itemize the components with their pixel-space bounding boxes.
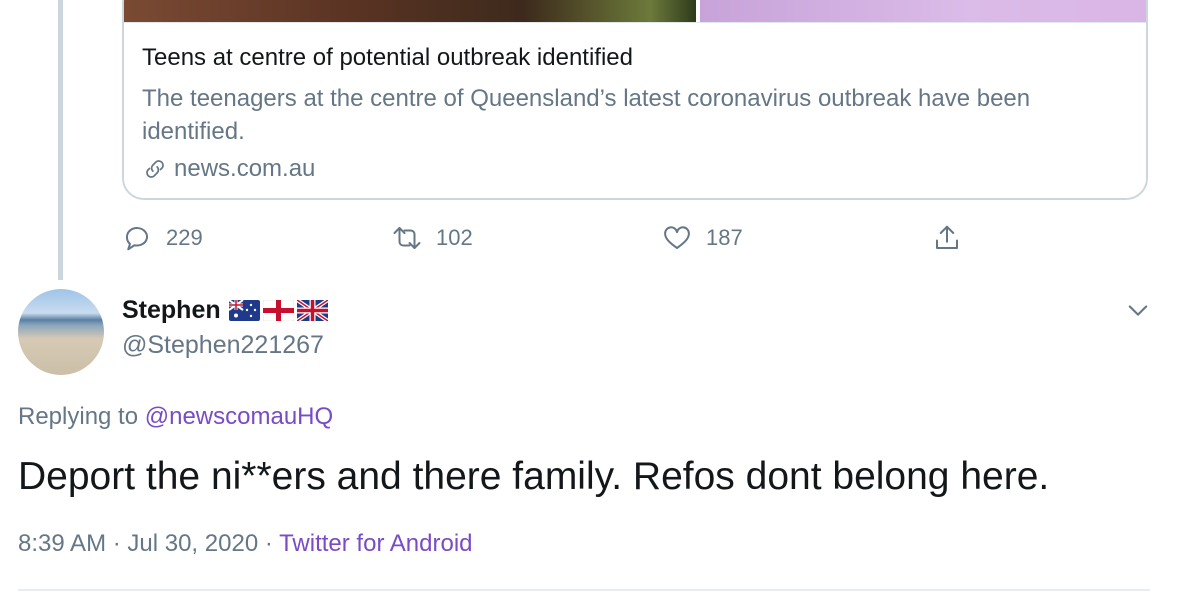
uk-flag-icon	[296, 300, 328, 321]
like-count: 187	[706, 225, 743, 250]
card-link: news.com.au	[142, 155, 315, 183]
reply-button[interactable]: 229	[122, 223, 203, 253]
card-title: Teens at centre of potential outbreak id…	[142, 44, 633, 71]
display-name[interactable]: Stephen	[122, 296, 221, 325]
link-card[interactable]: Teens at centre of potential outbreak id…	[122, 0, 1148, 200]
tweet-actions: 229 102 187	[0, 220, 1200, 256]
tweet-meta: 8:39 AM · Jul 30, 2020 · Twitter for And…	[18, 530, 473, 558]
avatar[interactable]	[18, 289, 104, 375]
retweet-count: 102	[436, 225, 473, 250]
england-flag-icon	[262, 300, 294, 321]
heart-icon	[664, 226, 690, 249]
tweet-date[interactable]: Jul 30, 2020	[127, 530, 258, 557]
reply-icon	[126, 227, 148, 251]
tweet-source-link[interactable]: Twitter for Android	[279, 530, 472, 557]
meta-separator: ·	[106, 530, 128, 557]
divider	[18, 589, 1150, 591]
card-image-left	[124, 0, 696, 22]
card-description: The teenagers at the centre of Queenslan…	[142, 85, 1031, 145]
user-name-row: Stephen	[122, 296, 328, 325]
share-icon	[936, 225, 958, 249]
retweet-button[interactable]: 102	[392, 223, 473, 253]
flag-emojis	[228, 300, 328, 321]
meta-separator-2: ·	[258, 530, 280, 557]
card-image-right	[700, 0, 1146, 22]
chevron-down-icon[interactable]	[1124, 296, 1152, 324]
reply-mention-link[interactable]: @newscomauHQ	[145, 403, 333, 430]
user-handle[interactable]: @Stephen221267	[122, 331, 324, 360]
card-body: Teens at centre of potential outbreak id…	[124, 22, 1146, 198]
reply-count: 229	[166, 225, 203, 250]
like-button[interactable]: 187	[662, 223, 743, 253]
card-domain: news.com.au	[174, 155, 316, 182]
replying-to: Replying to @newscomauHQ	[18, 403, 333, 431]
share-button[interactable]	[932, 223, 962, 253]
retweet-icon	[393, 227, 421, 249]
australia-flag-icon	[228, 300, 260, 321]
replying-prefix: Replying to	[18, 403, 145, 430]
tweet-text: Deport the ni**ers and there family. Ref…	[18, 455, 1050, 498]
link-icon	[146, 160, 164, 178]
tweet-time[interactable]: 8:39 AM	[18, 530, 106, 557]
